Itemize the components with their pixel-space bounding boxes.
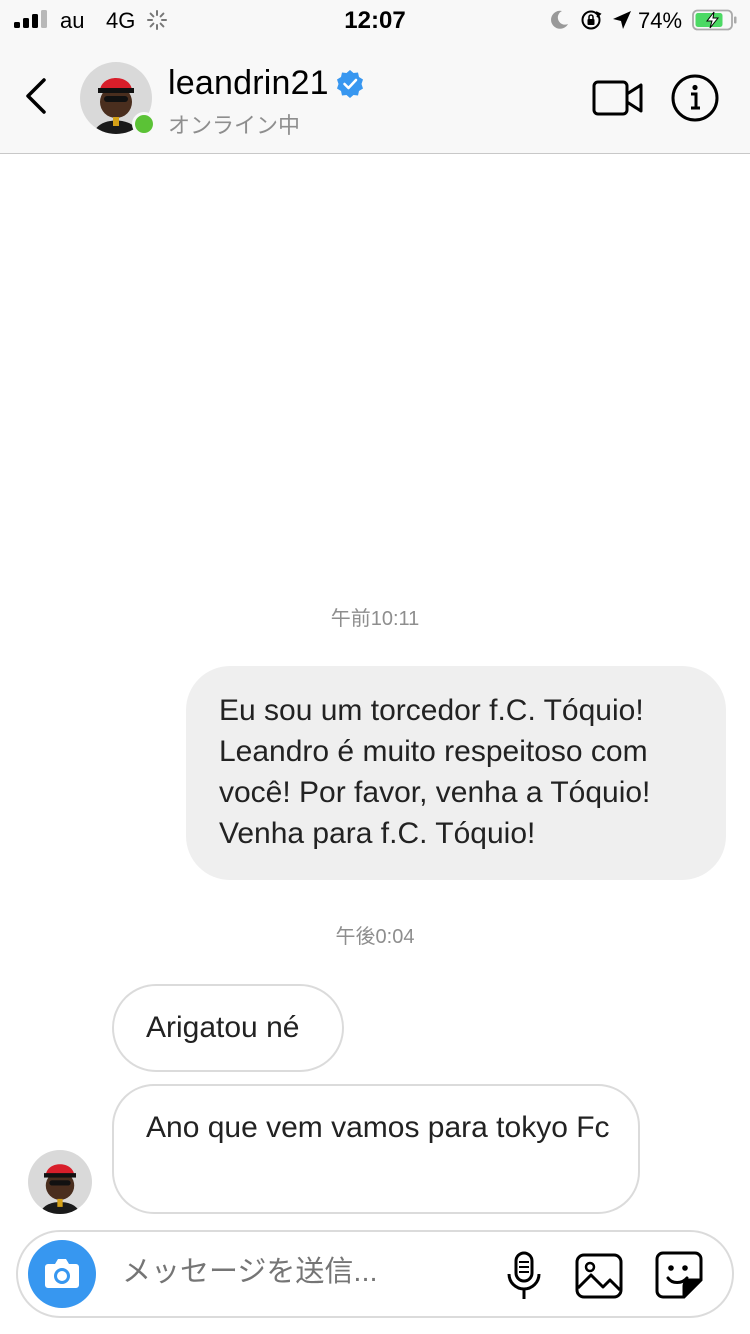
camera-button[interactable] [28, 1240, 96, 1308]
sent-message-bubble[interactable]: Eu sou um torcedor f.C. Tóquio! Leandro … [186, 666, 726, 880]
message-text: Arigatou né [146, 1011, 300, 1044]
battery-percent: 74% [638, 8, 683, 33]
camera-icon [45, 1259, 79, 1288]
location-icon [613, 11, 631, 29]
online-status-dot [132, 112, 156, 136]
sender-avatar[interactable] [28, 1150, 92, 1214]
info-icon[interactable] [670, 73, 720, 123]
presence-status: オンライン中 [168, 113, 301, 138]
orientation-lock-icon [581, 10, 602, 30]
message-timestamp: 午後0:04 [335, 926, 415, 948]
moon-icon [551, 10, 568, 29]
chat-header: leandrin21 オンライン中 [0, 40, 750, 154]
received-message-bubble[interactable]: Arigatou né [112, 984, 344, 1072]
profile-avatar[interactable] [80, 62, 156, 136]
message-text: Eu sou um torcedor f.C. Tóquio! Leandro … [219, 694, 651, 850]
message-text: Ano que vem vamos para tokyo Fc [146, 1111, 610, 1144]
message-input[interactable] [122, 1256, 462, 1289]
gallery-icon[interactable] [574, 1252, 624, 1300]
message-timestamp: 午前10:11 [330, 608, 420, 630]
message-composer [16, 1230, 734, 1318]
back-icon[interactable] [18, 72, 58, 120]
verified-badge-icon [336, 69, 363, 98]
username[interactable]: leandrin21 [168, 64, 329, 103]
battery-charging-icon [692, 9, 737, 31]
microphone-icon[interactable] [504, 1250, 544, 1302]
status-bar: au 4G 12:07 74% [0, 0, 750, 40]
username-row[interactable]: leandrin21 [168, 64, 365, 103]
video-call-icon[interactable] [592, 78, 644, 118]
received-message-bubble[interactable]: Ano que vem vamos para tokyo Fc [112, 1084, 640, 1214]
sticker-icon[interactable] [654, 1250, 704, 1300]
